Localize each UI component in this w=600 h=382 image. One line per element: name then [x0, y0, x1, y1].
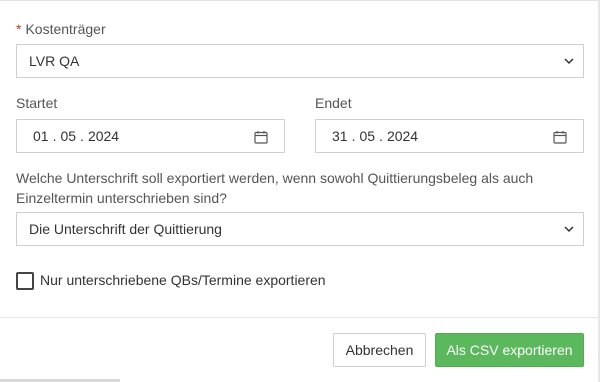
signature-select[interactable]: Die Unterschrift der Quittierung [16, 212, 584, 246]
end-day[interactable]: 31 [332, 128, 348, 144]
start-day[interactable]: 01 [33, 128, 49, 144]
date-separator: . [80, 128, 84, 144]
end-year[interactable]: 2024 [387, 128, 418, 144]
footer-divider [0, 317, 600, 318]
date-separator: . [351, 128, 356, 144]
start-month[interactable]: 05 [60, 128, 76, 144]
chevron-down-icon [564, 226, 574, 233]
end-date-input[interactable]: 31 . 05 . 2024 [315, 119, 584, 153]
date-separator: . [379, 128, 383, 144]
payer-select-value: LVR QA [29, 53, 80, 69]
start-year[interactable]: 2024 [88, 128, 119, 144]
chevron-down-icon [564, 58, 574, 65]
payer-select[interactable]: LVR QA [16, 44, 584, 78]
calendar-icon[interactable] [254, 130, 268, 144]
signature-select-value: Die Unterschrift der Quittierung [29, 221, 222, 237]
export-dialog: * Kostenträger LVR QA Startet 01 . 05 . 2… [0, 0, 600, 382]
calendar-icon[interactable] [553, 130, 567, 144]
end-month[interactable]: 05 [359, 128, 375, 144]
only-signed-checkbox[interactable] [16, 272, 34, 290]
required-marker: * [16, 21, 22, 37]
cancel-button[interactable]: Abbrechen [333, 333, 426, 367]
payer-label-text: Kostenträger [25, 21, 106, 37]
export-csv-button[interactable]: Als CSV exportieren [435, 333, 584, 367]
payer-label: * Kostenträger [16, 21, 106, 37]
start-date-label: Startet [16, 95, 58, 111]
date-separator: . [52, 128, 57, 144]
start-date-input[interactable]: 01 . 05 . 2024 [16, 119, 285, 153]
signature-question: Welche Unterschrift soll exportiert werd… [16, 170, 534, 206]
end-date-label: Endet [315, 95, 352, 111]
only-signed-label[interactable]: Nur unterschriebene QBs/Termine exportie… [40, 272, 326, 288]
